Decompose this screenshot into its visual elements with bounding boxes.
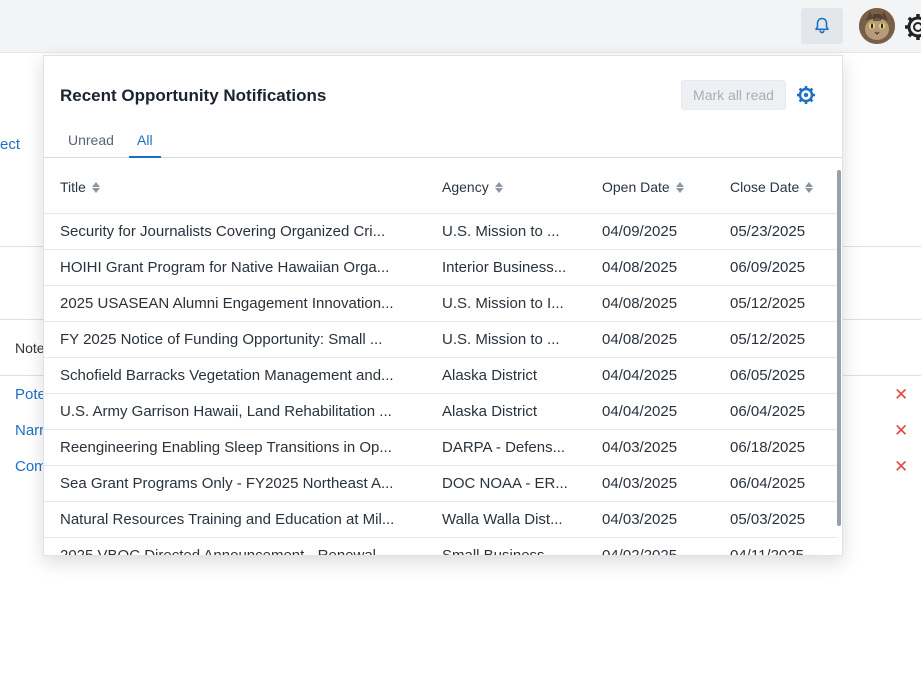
table-header: Title Agency Open Date Close Date: [44, 159, 837, 214]
agency-name: Alaska District: [442, 367, 538, 384]
delete-icon[interactable]: ✕: [894, 385, 908, 405]
mark-all-read-button[interactable]: Mark all read: [681, 80, 786, 110]
gear-icon[interactable]: [903, 12, 921, 42]
open-date: 04/03/2025: [602, 511, 678, 528]
agency-name: U.S. Mission to I...: [442, 295, 564, 312]
user-avatar[interactable]: [859, 8, 895, 44]
agency-name: Interior Business...: [442, 259, 567, 276]
sort-icon: [805, 181, 814, 193]
table-body: Security for Journalists Covering Organi…: [44, 214, 837, 556]
opportunity-title[interactable]: Sea Grant Programs Only - FY2025 Northea…: [60, 475, 412, 492]
settings-gear-icon[interactable]: [795, 84, 817, 106]
agency-name: Walla Walla Dist...: [442, 511, 563, 528]
background-row-link[interactable]: Com: [15, 458, 47, 475]
column-header-open-date[interactable]: Open Date: [602, 179, 684, 195]
notification-tabs: Unread All: [44, 124, 842, 158]
open-date: 04/03/2025: [602, 439, 678, 456]
agency-name: Small Business ...: [442, 547, 562, 556]
open-date: 04/03/2025: [602, 475, 678, 492]
open-date: 04/08/2025: [602, 259, 678, 276]
open-date: 04/08/2025: [602, 295, 678, 312]
tab-unread[interactable]: Unread: [60, 132, 122, 158]
column-label: Open Date: [602, 179, 670, 195]
agency-name: Alaska District: [442, 403, 538, 420]
open-date: 04/08/2025: [602, 331, 678, 348]
agency-name: U.S. Mission to ...: [442, 331, 560, 348]
close-date: 06/09/2025: [730, 259, 806, 276]
background-row-link[interactable]: Pote: [15, 386, 46, 403]
cat-avatar: [859, 8, 895, 44]
opportunity-title[interactable]: 2025 USASEAN Alumni Engagement Innovatio…: [60, 295, 412, 312]
close-date: 05/03/2025: [730, 511, 806, 528]
table-row[interactable]: 2025 USASEAN Alumni Engagement Innovatio…: [44, 286, 837, 322]
table-row[interactable]: Sea Grant Programs Only - FY2025 Northea…: [44, 466, 837, 502]
sort-icon: [91, 181, 100, 193]
table-row[interactable]: Schofield Barracks Vegetation Management…: [44, 358, 837, 394]
opportunity-title[interactable]: 2025 VBOC Directed Announcement - Renewa…: [60, 547, 412, 555]
close-date: 05/23/2025: [730, 223, 806, 240]
open-date: 04/04/2025: [602, 367, 678, 384]
table-row[interactable]: Reengineering Enabling Sleep Transitions…: [44, 430, 837, 466]
notifications-button[interactable]: [801, 8, 843, 44]
table-row[interactable]: HOIHI Grant Program for Native Hawaiian …: [44, 250, 837, 286]
opportunity-title[interactable]: FY 2025 Notice of Funding Opportunity: S…: [60, 331, 412, 348]
opportunity-title[interactable]: Reengineering Enabling Sleep Transitions…: [60, 439, 412, 456]
open-date: 04/02/2025: [602, 547, 678, 556]
tab-all[interactable]: All: [129, 132, 161, 158]
table-row[interactable]: U.S. Army Garrison Hawaii, Land Rehabili…: [44, 394, 837, 430]
column-label: Close Date: [730, 179, 800, 195]
close-date: 06/18/2025: [730, 439, 806, 456]
opportunity-title[interactable]: Security for Journalists Covering Organi…: [60, 223, 412, 240]
close-date: 04/11/2025: [730, 547, 804, 556]
opportunity-title[interactable]: HOIHI Grant Program for Native Hawaiian …: [60, 259, 412, 276]
agency-name: DOC NOAA - ER...: [442, 475, 568, 492]
column-label: Title: [60, 179, 86, 195]
sort-icon: [675, 181, 684, 193]
column-header-agency[interactable]: Agency: [442, 179, 503, 195]
close-date: 06/04/2025: [730, 403, 806, 420]
column-label: Agency: [442, 179, 489, 195]
agency-name: DARPA - Defens...: [442, 439, 566, 456]
table-row[interactable]: Natural Resources Training and Education…: [44, 502, 837, 538]
column-header-title[interactable]: Title: [60, 179, 100, 195]
opportunity-title[interactable]: Natural Resources Training and Education…: [60, 511, 412, 528]
opportunity-title[interactable]: U.S. Army Garrison Hawaii, Land Rehabili…: [60, 403, 412, 420]
notifications-table: Title Agency Open Date Close Date Securi…: [44, 159, 837, 556]
background-row-link[interactable]: Narr: [15, 422, 44, 439]
background-link[interactable]: ect: [0, 136, 20, 153]
open-date: 04/09/2025: [602, 223, 678, 240]
close-date: 05/12/2025: [730, 295, 806, 312]
table-row[interactable]: 2025 VBOC Directed Announcement - Renewa…: [44, 538, 837, 556]
open-date: 04/04/2025: [602, 403, 678, 420]
close-date: 05/12/2025: [730, 331, 806, 348]
column-header-close-date[interactable]: Close Date: [730, 179, 814, 195]
notifications-popup: Recent Opportunity Notifications Mark al…: [43, 55, 843, 556]
table-row[interactable]: Security for Journalists Covering Organi…: [44, 214, 837, 250]
sort-icon: [494, 181, 503, 193]
delete-icon[interactable]: ✕: [894, 421, 908, 441]
popup-title: Recent Opportunity Notifications: [60, 86, 327, 105]
delete-icon[interactable]: ✕: [894, 457, 908, 477]
table-row[interactable]: FY 2025 Notice of Funding Opportunity: S…: [44, 322, 837, 358]
close-date: 06/05/2025: [730, 367, 806, 384]
top-bar: [0, 0, 921, 53]
scrollbar[interactable]: [837, 170, 841, 526]
opportunity-title[interactable]: Schofield Barracks Vegetation Management…: [60, 367, 412, 384]
agency-name: U.S. Mission to ...: [442, 223, 560, 240]
close-date: 06/04/2025: [730, 475, 806, 492]
bell-icon: [815, 17, 829, 34]
notes-header: Note: [15, 340, 45, 356]
